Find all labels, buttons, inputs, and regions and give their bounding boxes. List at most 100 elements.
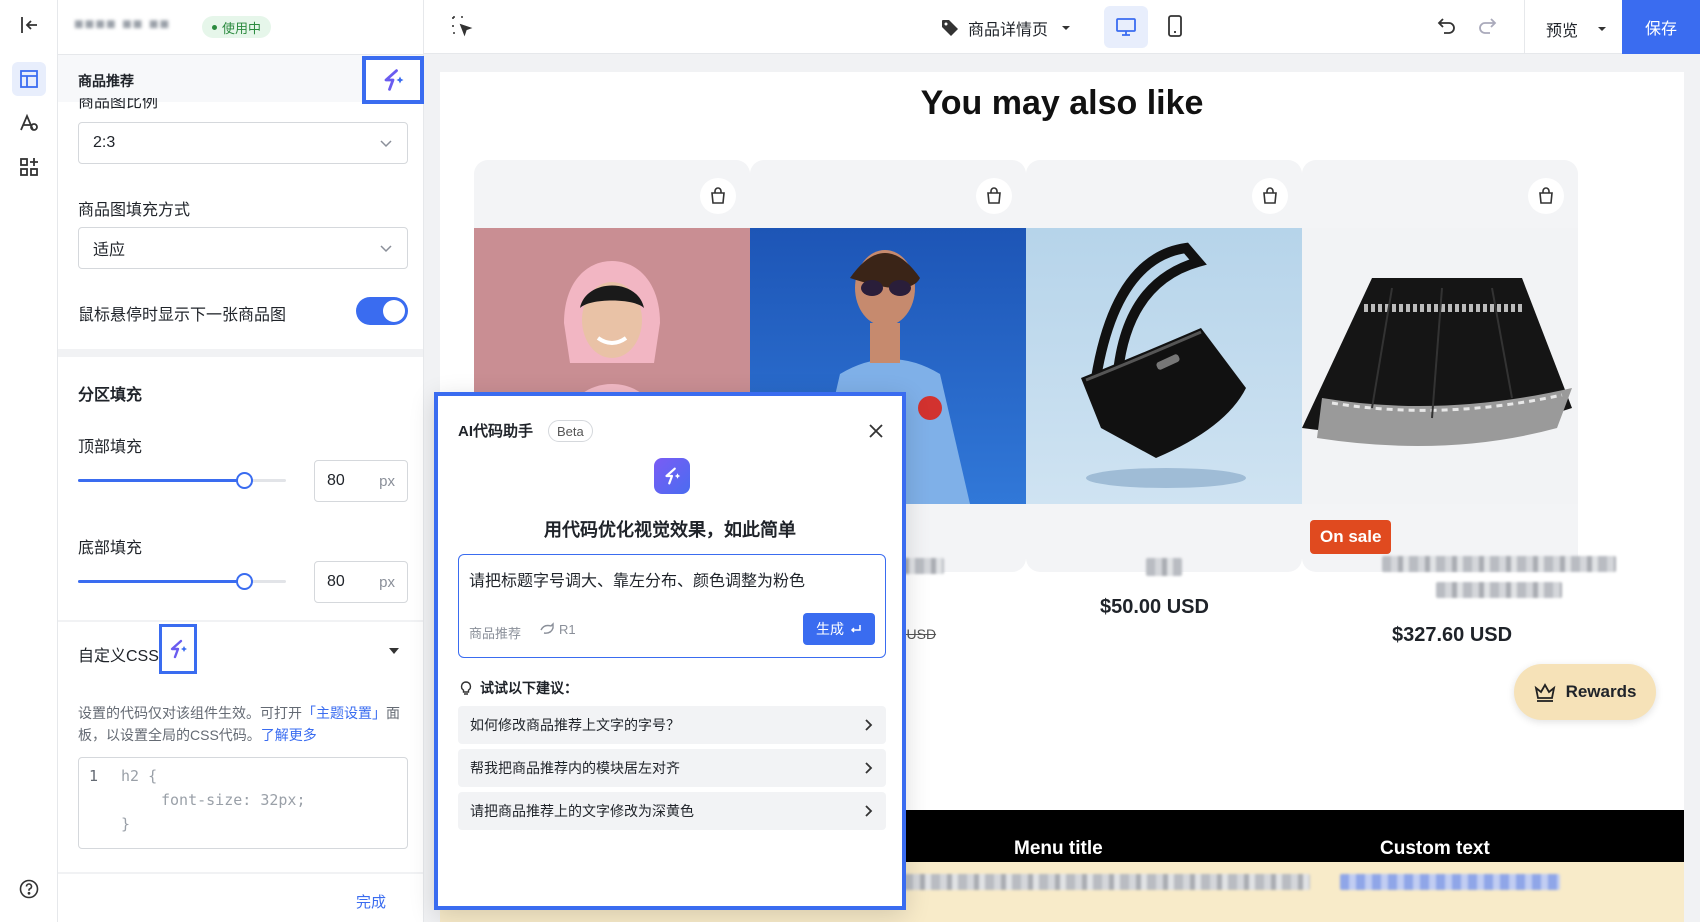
caret-down-icon[interactable] bbox=[388, 645, 400, 657]
chevron-right-icon bbox=[865, 762, 873, 774]
enter-icon bbox=[850, 625, 861, 633]
caret-down-icon bbox=[1598, 27, 1607, 31]
bottom-padding-slider[interactable] bbox=[78, 573, 286, 590]
padding-title: 分区填充 bbox=[78, 387, 143, 404]
beta-badge: Beta bbox=[548, 420, 593, 442]
chevron-right-icon bbox=[865, 719, 873, 731]
blurred-announcement bbox=[1340, 874, 1560, 890]
fill-label: 商品图填充方式 bbox=[78, 202, 191, 219]
product-price: $327.60 USD bbox=[1392, 624, 1513, 646]
mobile-view-icon[interactable] bbox=[1164, 14, 1186, 43]
ai-assistant-icon[interactable] bbox=[159, 624, 197, 674]
prompt-input[interactable]: 请把标题字号调大、靠左分布、颜色调整为粉色 商品推荐 R1 生成 bbox=[458, 554, 886, 658]
product-price: $50.00 USD bbox=[1100, 596, 1209, 618]
shop-name: ■■■■ ■■ ■■ bbox=[74, 16, 171, 33]
prompt-text: 请把标题字号调大、靠左分布、颜色调整为粉色 bbox=[469, 573, 806, 590]
select-element-icon[interactable] bbox=[450, 14, 474, 43]
done-button[interactable]: 完成 bbox=[356, 891, 386, 912]
redo-icon[interactable] bbox=[1476, 15, 1498, 42]
layout-icon[interactable] bbox=[12, 62, 46, 96]
undo-icon[interactable] bbox=[1436, 15, 1458, 42]
apps-icon[interactable] bbox=[12, 150, 46, 184]
left-rail bbox=[0, 0, 58, 922]
code-line: font-size: 32px; bbox=[161, 791, 306, 809]
lightbulb-icon bbox=[460, 681, 472, 695]
divider bbox=[58, 872, 423, 874]
add-to-cart-icon[interactable] bbox=[1252, 178, 1288, 214]
dialog-headline: 用代码优化视觉效果，如此简单 bbox=[544, 520, 796, 540]
add-to-cart-icon[interactable] bbox=[700, 178, 736, 214]
top-padding-input[interactable]: 80 px bbox=[314, 460, 408, 502]
css-code-editor[interactable]: 1 h2 { font-size: 32px; } bbox=[78, 757, 408, 849]
model-tag[interactable]: R1 bbox=[539, 621, 576, 637]
clipped-label: 商品图比例 bbox=[78, 98, 159, 110]
code-line: } bbox=[121, 815, 131, 833]
product-card[interactable]: On sale bbox=[1302, 160, 1578, 572]
slider-fill bbox=[78, 580, 245, 583]
exit-icon[interactable] bbox=[12, 8, 46, 42]
ai-logo-icon bbox=[654, 458, 690, 494]
divider bbox=[1524, 0, 1525, 54]
product-image bbox=[1026, 228, 1302, 504]
slider-handle[interactable] bbox=[236, 472, 254, 489]
footer-custom-text: Custom text bbox=[1380, 838, 1490, 859]
suggestion-item[interactable]: 帮我把商品推荐内的模块居左对齐 bbox=[458, 749, 886, 787]
blurred-announcement bbox=[850, 874, 1310, 890]
ai-assistant-header-icon[interactable] bbox=[362, 56, 424, 104]
divider bbox=[58, 620, 423, 622]
suggestions-title: 试试以下建议： bbox=[458, 678, 578, 698]
code-line: h2 { bbox=[121, 767, 158, 785]
dialog-title: AI代码助手 bbox=[458, 423, 534, 440]
theme-style-icon[interactable] bbox=[12, 106, 46, 140]
close-icon[interactable] bbox=[868, 423, 884, 444]
blurred-product-title bbox=[1146, 558, 1182, 576]
bottom-padding-input[interactable]: 80 px bbox=[314, 561, 408, 603]
whale-icon bbox=[540, 622, 554, 634]
learn-more-link[interactable]: 了解更多 bbox=[261, 727, 317, 743]
save-button[interactable]: 保存 bbox=[1622, 0, 1700, 54]
ai-code-assistant-dialog: AI代码助手 Beta 用代码优化视觉效果，如此简单 请把标题字号调大、靠左分布… bbox=[434, 392, 906, 910]
slider-fill bbox=[78, 479, 245, 482]
divider bbox=[58, 349, 423, 357]
top-bar: 商品详情页 预览 保存 bbox=[424, 0, 1700, 54]
hover-label: 鼠标悬停时显示下一张商品图 bbox=[78, 307, 287, 324]
settings-panel: ■■■■ ■■ ■■ 使用中 商品推荐 商品图比例 2:3 商品图填充方式 适应… bbox=[58, 0, 424, 922]
chevron-down-icon bbox=[380, 245, 392, 253]
help-icon[interactable] bbox=[12, 872, 46, 906]
suggestion-item[interactable]: 请把商品推荐上的文字修改为深黄色 bbox=[458, 792, 886, 830]
generate-button[interactable]: 生成 bbox=[803, 613, 875, 645]
section-heading[interactable]: You may also like bbox=[440, 84, 1684, 123]
chevron-right-icon bbox=[865, 805, 873, 817]
suggestion-item[interactable]: 如何修改商品推荐上文字的字号？ bbox=[458, 706, 886, 744]
top-padding-label: 顶部填充 bbox=[78, 439, 143, 456]
slider-handle[interactable] bbox=[236, 573, 254, 590]
desktop-view-icon[interactable] bbox=[1104, 6, 1148, 48]
preview-button[interactable]: 预览 bbox=[1546, 17, 1608, 41]
theme-settings-link[interactable]: 「主题设置」 bbox=[302, 705, 386, 721]
section-title: 商品推荐 bbox=[78, 73, 134, 89]
hover-toggle[interactable] bbox=[356, 297, 408, 325]
footer-menu-title: Menu title bbox=[1014, 838, 1103, 859]
product-card[interactable] bbox=[1026, 160, 1302, 572]
add-to-cart-icon[interactable] bbox=[976, 178, 1012, 214]
rewards-button[interactable]: Rewards bbox=[1514, 664, 1656, 720]
css-title: 自定义CSS bbox=[78, 648, 159, 665]
crown-icon bbox=[1534, 683, 1555, 702]
blurred-product-title bbox=[1436, 582, 1562, 598]
add-to-cart-icon[interactable] bbox=[1528, 178, 1564, 214]
status-badge: 使用中 bbox=[202, 16, 272, 38]
css-description: 设置的代码仅对该组件生效。可打开「主题设置」面板，以设置全局的CSS代码。了解更… bbox=[78, 705, 400, 743]
blurred-product-title bbox=[1382, 556, 1616, 572]
ratio-select[interactable]: 2:3 bbox=[78, 122, 408, 164]
tag-icon bbox=[942, 20, 958, 36]
caret-down-icon bbox=[1062, 26, 1071, 30]
sale-badge: On sale bbox=[1310, 520, 1392, 554]
chevron-down-icon bbox=[380, 140, 392, 148]
context-tag: 商品推荐 bbox=[469, 626, 522, 641]
product-image bbox=[1302, 228, 1578, 504]
top-padding-slider[interactable] bbox=[78, 472, 286, 489]
page-select[interactable]: 商品详情页 bbox=[940, 16, 1072, 40]
fill-select[interactable]: 适应 bbox=[78, 227, 408, 269]
bottom-padding-label: 底部填充 bbox=[78, 540, 143, 557]
line-number: 1 bbox=[89, 767, 99, 785]
